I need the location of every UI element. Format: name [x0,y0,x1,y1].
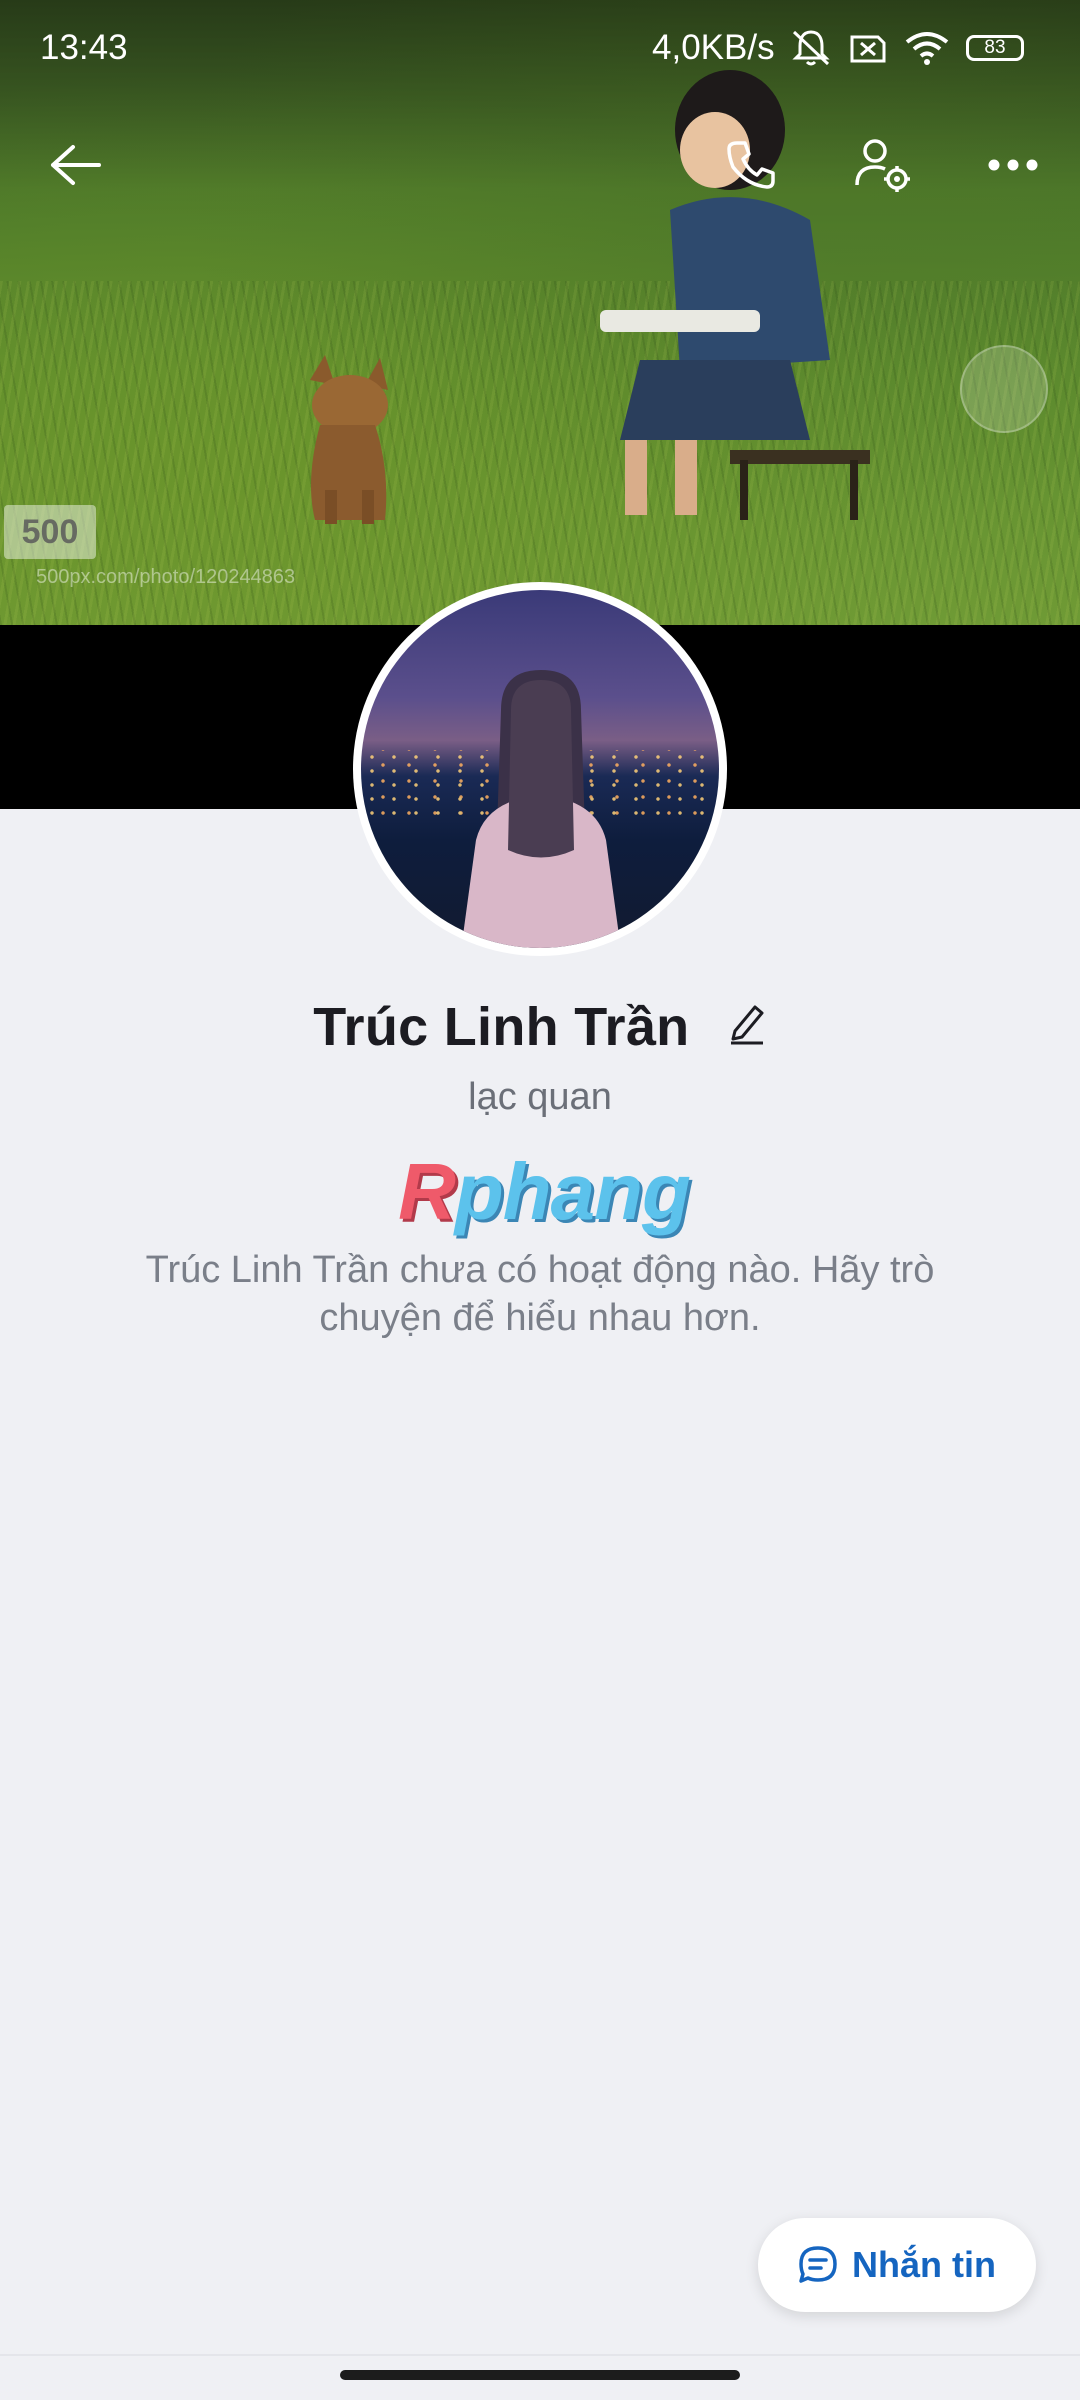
back-button[interactable] [30,120,120,210]
mute-bell-icon [792,30,830,66]
pencil-icon [730,1005,764,1045]
rphang-logo: Rphang [374,1147,714,1236]
profile-settings-button[interactable] [838,120,928,210]
profile-avatar[interactable] [353,582,727,956]
status-icons: 83 [790,28,1024,68]
cover-camera-circle[interactable] [960,345,1048,433]
profile-bio: lạc quan [468,1076,612,1118]
more-options-button[interactable] [968,120,1058,210]
chat-bubble-icon [799,2246,837,2283]
watermark-url: 500px.com/photo/120244863 [36,566,296,588]
avatar-girl-figure [461,670,621,948]
profile-name: Trúc Linh Trần [313,997,690,1057]
status-time: 13:43 [40,28,128,67]
bottom-divider [0,2354,1080,2356]
battery-indicator: 83 [966,35,1024,61]
top-action-bar [0,110,1080,220]
logo-rest: phang [454,1147,691,1236]
watermark-badge: 500 [4,505,96,559]
profile-name-row: Trúc Linh Trần [0,996,1080,1058]
user-settings-icon [855,139,910,192]
wifi-icon [905,32,949,65]
back-arrow-icon [51,145,101,185]
message-button[interactable]: Nhắn tin [758,2218,1036,2312]
phone-icon [727,141,775,189]
empty-activity-message: Trúc Linh Trần chưa có hoạt động nào. Hã… [145,1249,935,1339]
message-button-label: Nhắn tin [852,2244,996,2285]
puppy-figure [310,355,388,524]
more-dots-icon [988,159,1038,171]
edit-name-button[interactable] [727,996,767,1058]
avatar-image [361,590,719,948]
network-speed: 4,0KB/s [652,28,775,67]
home-indicator[interactable] [340,2370,740,2380]
status-bar: 13:43 4,0KB/s 83 [0,0,1080,96]
no-sim-icon [850,35,886,63]
call-button[interactable] [706,120,796,210]
logo-first-letter: R [398,1147,456,1236]
